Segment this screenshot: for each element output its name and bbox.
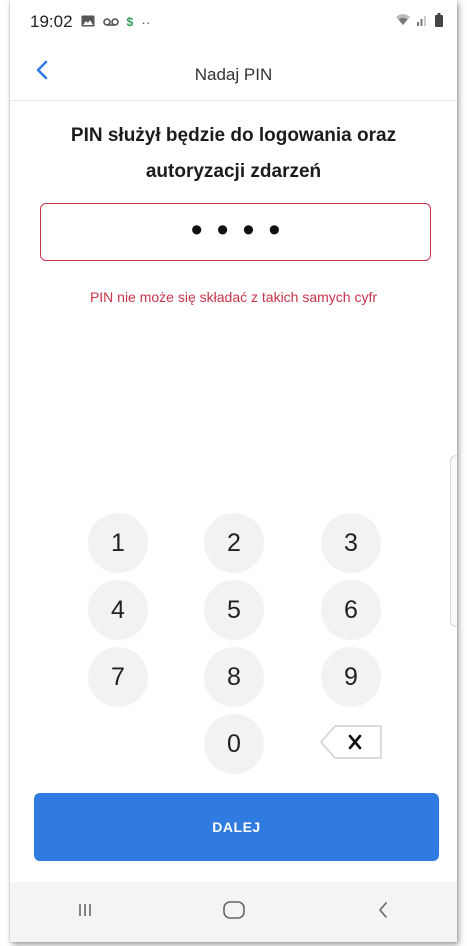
status-time: 19:02	[30, 12, 73, 31]
home-button[interactable]	[204, 890, 264, 934]
signal-icon	[417, 13, 429, 31]
wifi-icon	[395, 13, 411, 31]
key-7[interactable]: 7	[88, 647, 148, 707]
battery-icon	[435, 12, 443, 32]
status-bar: 19:02 $ ··	[10, 0, 457, 44]
phone-screen: 19:02 $ ·· Nadaj PIN PIN służył będzie d…	[10, 0, 457, 942]
pin-input[interactable]: ••••	[40, 203, 431, 261]
key-6[interactable]: 6	[321, 580, 381, 640]
back-icon	[377, 901, 389, 924]
key-8[interactable]: 8	[204, 647, 264, 707]
key-9[interactable]: 9	[321, 647, 381, 707]
backspace-icon	[319, 724, 383, 765]
key-5[interactable]: 5	[204, 580, 264, 640]
backspace-button[interactable]	[319, 724, 383, 765]
next-button[interactable]: DALEJ	[34, 793, 439, 861]
system-back-button[interactable]	[353, 890, 413, 934]
key-2[interactable]: 2	[204, 513, 264, 573]
back-button[interactable]	[28, 58, 56, 86]
recents-button[interactable]	[55, 890, 115, 934]
more-dots-icon: ··	[141, 14, 151, 30]
image-icon	[81, 15, 95, 29]
system-nav-bar	[10, 882, 457, 942]
pin-masked-value: ••••	[190, 211, 295, 249]
key-3[interactable]: 3	[321, 513, 381, 573]
voicemail-icon	[102, 16, 119, 29]
key-1[interactable]: 1	[88, 513, 148, 573]
next-button-label: DALEJ	[212, 819, 261, 835]
recents-icon	[77, 902, 93, 923]
pin-instructions: PIN służył będzie do logowania oraz auto…	[70, 125, 397, 182]
numeric-keypad: 1 2 3 4 5 6 7 8 9 0	[10, 513, 457, 781]
page-title: Nadaj PIN	[194, 65, 273, 84]
home-icon	[222, 900, 245, 924]
key-0[interactable]: 0	[204, 714, 264, 774]
app-header: Nadaj PIN	[10, 50, 457, 101]
key-4[interactable]: 4	[88, 580, 148, 640]
dollar-icon: $	[126, 15, 134, 29]
pin-error-message: PIN nie może się składać z takich samych…	[89, 289, 378, 305]
chevron-left-icon	[35, 60, 49, 85]
